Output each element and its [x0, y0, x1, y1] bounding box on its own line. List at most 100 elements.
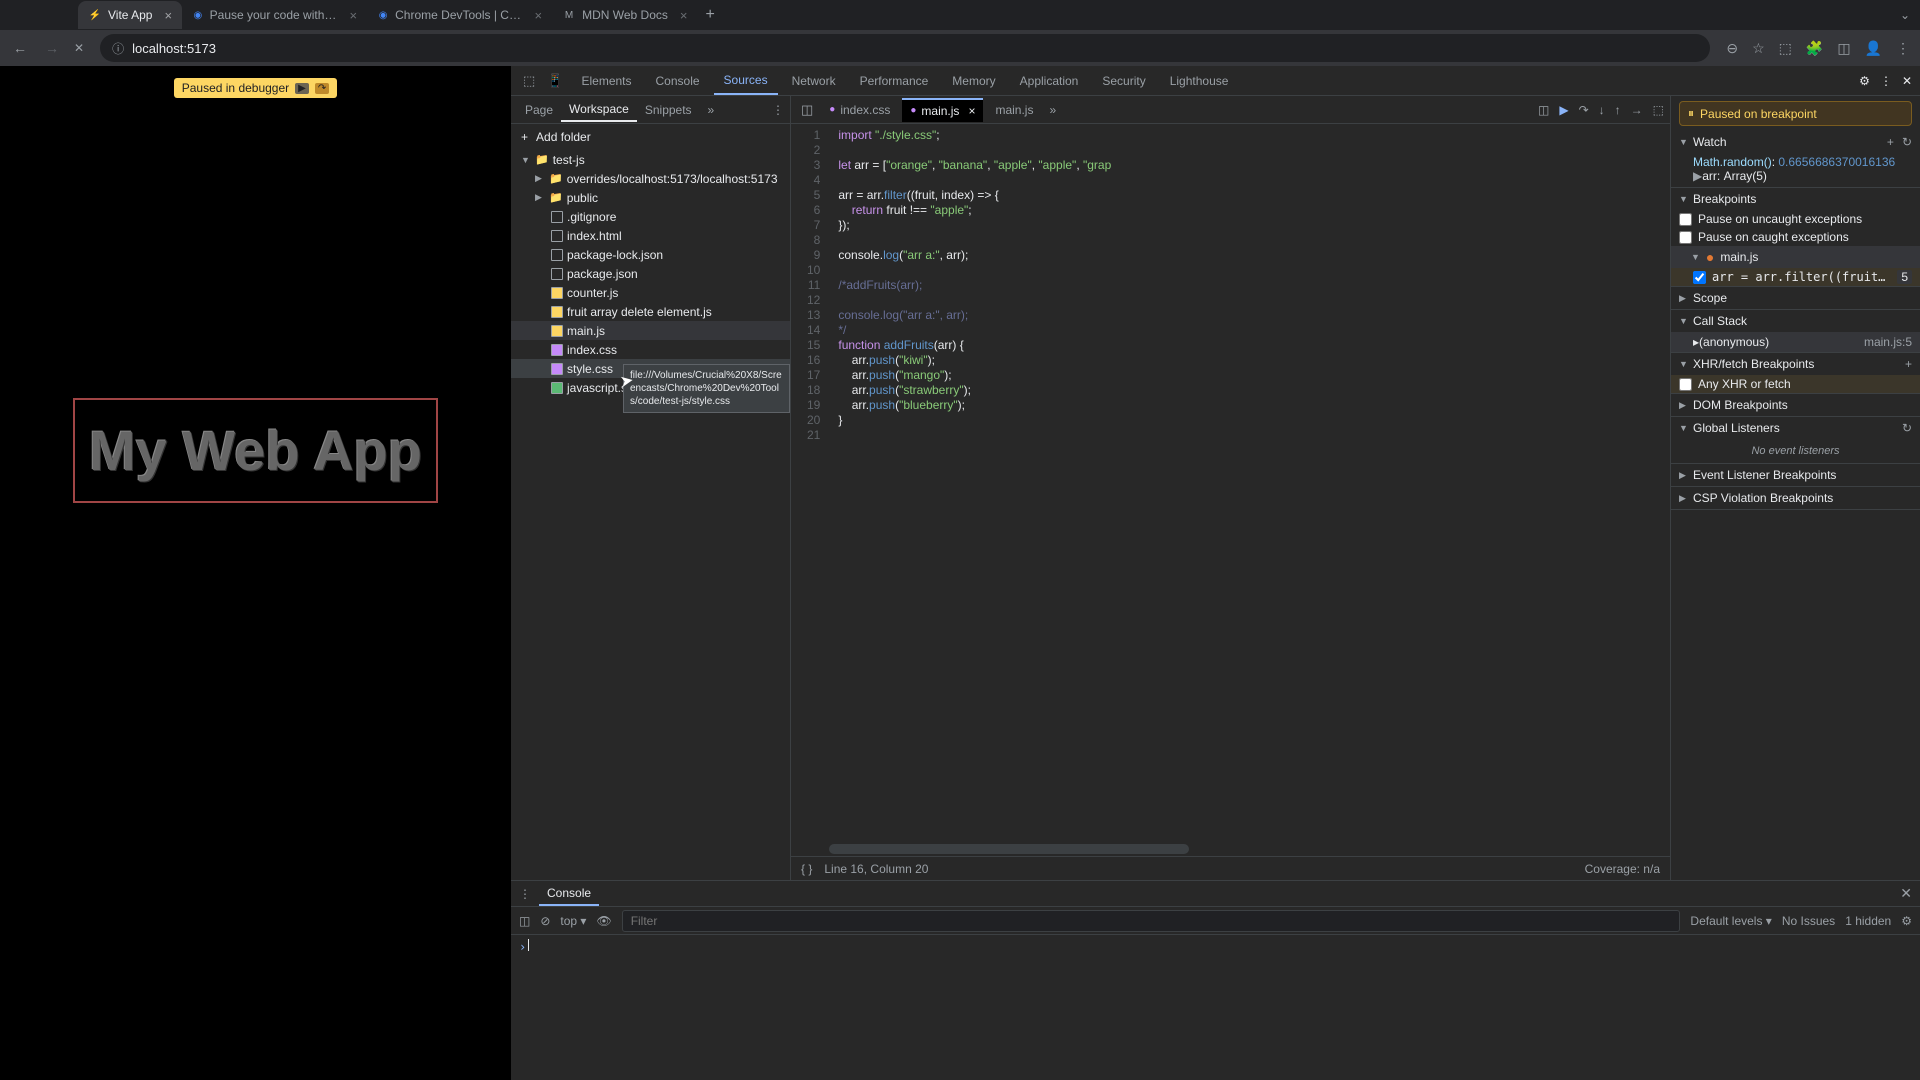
- tree-folder-root[interactable]: ▼📁test-js: [511, 150, 790, 169]
- new-tab-button[interactable]: +: [705, 6, 714, 24]
- csp-bp-header[interactable]: ▶CSP Violation Breakpoints: [1671, 487, 1920, 509]
- tree-file[interactable]: package.json: [511, 264, 790, 283]
- xhr-header[interactable]: ▼XHR/fetch Breakpoints+: [1671, 353, 1920, 375]
- checkbox[interactable]: [1693, 271, 1706, 284]
- event-bp-header[interactable]: ▶Event Listener Breakpoints: [1671, 464, 1920, 486]
- breakpoints-header[interactable]: ▼Breakpoints: [1671, 188, 1920, 210]
- checkbox[interactable]: [1679, 213, 1692, 226]
- tab-console[interactable]: Console: [646, 68, 710, 94]
- editor-tab-active[interactable]: ●main.js×: [902, 98, 983, 122]
- watch-header[interactable]: ▼Watch+↻: [1671, 131, 1920, 153]
- tree-file-selected[interactable]: main.js: [511, 321, 790, 340]
- checkbox[interactable]: [1679, 378, 1692, 391]
- bookmark-icon[interactable]: ☆: [1752, 40, 1765, 57]
- tree-file[interactable]: package-lock.json: [511, 245, 790, 264]
- extensions-icon[interactable]: 🧩: [1806, 40, 1823, 57]
- checkbox[interactable]: [1679, 231, 1692, 244]
- step-into-icon[interactable]: ↓: [1599, 103, 1605, 117]
- tab-application[interactable]: Application: [1010, 68, 1089, 94]
- issues-badge[interactable]: No Issues: [1782, 914, 1835, 928]
- editor-tab[interactable]: main.js: [987, 99, 1041, 121]
- tab-security[interactable]: Security: [1092, 68, 1155, 94]
- resume-button[interactable]: ▶: [1559, 103, 1568, 117]
- close-devtools-icon[interactable]: ✕: [1902, 74, 1912, 88]
- tree-file[interactable]: index.css: [511, 340, 790, 359]
- refresh-icon[interactable]: ↻: [1902, 421, 1912, 435]
- tree-folder-overrides[interactable]: ▶📁overrides/localhost:5173/localhost:517…: [511, 169, 790, 188]
- refresh-icon[interactable]: ↻: [1902, 135, 1912, 149]
- clear-console-icon[interactable]: ⊘: [540, 914, 550, 928]
- close-tab-icon[interactable]: ×: [680, 8, 688, 23]
- sidepanel-icon[interactable]: ◫: [1837, 40, 1850, 57]
- tab-performance[interactable]: Performance: [850, 68, 939, 94]
- device-icon[interactable]: 📱: [543, 73, 567, 89]
- add-xhr-icon[interactable]: +: [1905, 357, 1912, 371]
- watch-item[interactable]: ▶ arr: Array(5): [1693, 169, 1912, 183]
- bp-file-row[interactable]: ▼●main.js: [1671, 246, 1920, 268]
- dom-bp-header[interactable]: ▶DOM Breakpoints: [1671, 394, 1920, 416]
- nav-tab-workspace[interactable]: Workspace: [561, 98, 637, 122]
- tab-overflow-icon[interactable]: ⌄: [1900, 8, 1910, 22]
- scope-header[interactable]: ▶Scope: [1671, 287, 1920, 309]
- add-watch-icon[interactable]: +: [1887, 135, 1894, 149]
- deactivate-bp-icon[interactable]: ⬚: [1653, 103, 1664, 117]
- step-icon[interactable]: ↷: [315, 83, 329, 94]
- add-folder-button[interactable]: + Add folder: [511, 124, 790, 150]
- browser-tab[interactable]: ◉ Chrome DevTools | Chrome ×: [367, 1, 552, 29]
- tree-file[interactable]: .gitignore: [511, 207, 790, 226]
- tab-elements[interactable]: Elements: [571, 68, 641, 94]
- tab-network[interactable]: Network: [782, 68, 846, 94]
- step-out-icon[interactable]: ↑: [1615, 103, 1621, 117]
- tree-folder-public[interactable]: ▶📁public: [511, 188, 790, 207]
- resume-icon[interactable]: ▶: [295, 83, 309, 94]
- tree-file[interactable]: counter.js: [511, 283, 790, 302]
- xhr-any-row[interactable]: Any XHR or fetch: [1671, 375, 1920, 393]
- bp-option-uncaught[interactable]: Pause on uncaught exceptions: [1671, 210, 1920, 228]
- extension-icon[interactable]: ⬚: [1779, 40, 1792, 57]
- more-icon[interactable]: ⋮: [1880, 74, 1892, 88]
- console-filter-input[interactable]: [622, 910, 1681, 932]
- close-tab-icon[interactable]: ×: [164, 8, 172, 23]
- editor-tab[interactable]: ●index.css: [821, 99, 898, 121]
- console-body[interactable]: ›: [511, 935, 1920, 1080]
- code-editor[interactable]: 123456789101112131415161718192021 import…: [791, 124, 1670, 844]
- bp-line-row[interactable]: arr = arr.filter((fruit, ind…5: [1671, 268, 1920, 286]
- global-header[interactable]: ▼Global Listeners↻: [1671, 417, 1920, 439]
- tree-file[interactable]: fruit array delete element.js: [511, 302, 790, 321]
- console-tab[interactable]: Console: [539, 882, 599, 906]
- hidden-count[interactable]: 1 hidden: [1845, 914, 1891, 928]
- close-drawer-icon[interactable]: ✕: [1900, 885, 1912, 902]
- browser-tab[interactable]: ◉ Pause your code with breakp ×: [182, 1, 367, 29]
- live-expression-icon[interactable]: 👁: [596, 914, 611, 928]
- step-icon[interactable]: →: [1631, 103, 1643, 117]
- console-settings-icon[interactable]: ⚙: [1901, 914, 1912, 928]
- nav-tab-snippets[interactable]: Snippets: [637, 99, 700, 121]
- tab-memory[interactable]: Memory: [942, 68, 1005, 94]
- bp-option-caught[interactable]: Pause on caught exceptions: [1671, 228, 1920, 246]
- settings-icon[interactable]: ⚙: [1859, 74, 1870, 88]
- stack-frame[interactable]: ▸ (anonymous)main.js:5: [1671, 332, 1920, 352]
- close-tab-icon[interactable]: ×: [968, 104, 975, 118]
- format-icon[interactable]: { }: [801, 862, 812, 876]
- profile-icon[interactable]: 👤: [1865, 40, 1882, 57]
- back-button[interactable]: ←: [10, 40, 30, 56]
- step-over-icon[interactable]: ↷: [1579, 103, 1589, 117]
- inspect-icon[interactable]: ⬚: [519, 73, 539, 89]
- sidebar-toggle-icon[interactable]: ◫: [519, 914, 530, 928]
- toggle-debug-icon[interactable]: ◫: [1538, 103, 1549, 117]
- more-tabs-icon[interactable]: »: [1049, 103, 1056, 117]
- site-info-icon[interactable]: ⓘ: [112, 40, 124, 57]
- close-tab-icon[interactable]: ×: [534, 8, 542, 23]
- nav-tab-page[interactable]: Page: [517, 99, 561, 121]
- context-selector[interactable]: top ▾: [560, 914, 586, 928]
- forward-button[interactable]: →: [42, 40, 62, 56]
- tab-sources[interactable]: Sources: [714, 67, 778, 95]
- close-tab-icon[interactable]: ×: [349, 8, 357, 23]
- stop-button[interactable]: ✕: [74, 41, 84, 55]
- zoom-icon[interactable]: ⊖: [1726, 40, 1738, 57]
- tree-file[interactable]: index.html: [511, 226, 790, 245]
- toggle-nav-icon[interactable]: ◫: [797, 102, 817, 118]
- browser-tab[interactable]: M MDN Web Docs ×: [552, 1, 697, 29]
- nav-more-icon[interactable]: »: [700, 99, 723, 121]
- menu-icon[interactable]: ⋮: [1896, 40, 1910, 57]
